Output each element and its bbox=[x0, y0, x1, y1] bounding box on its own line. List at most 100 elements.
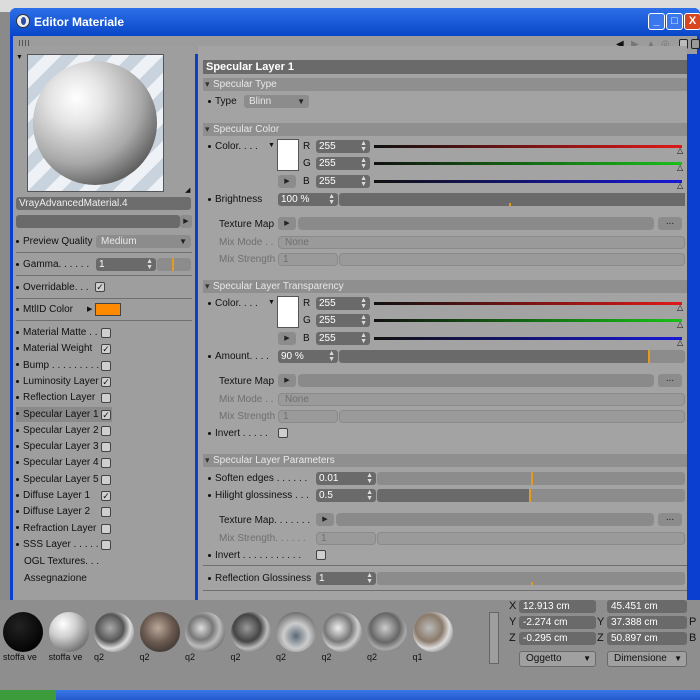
x-position-field[interactable]: 12.913 cm bbox=[519, 600, 596, 613]
trans-r-field[interactable]: 255 ▲ ▼ bbox=[316, 297, 370, 310]
x-size-field[interactable]: 45.451 cm bbox=[607, 600, 687, 613]
type-dropdown[interactable]: Blinn ▼ bbox=[244, 95, 309, 108]
z-size-field[interactable]: 50.897 cm bbox=[607, 632, 687, 645]
channel-checkbox[interactable] bbox=[101, 360, 111, 371]
hilight-glossiness-field[interactable]: 0.5 ▲ ▼ bbox=[316, 489, 376, 502]
material-thumbnail[interactable] bbox=[367, 612, 407, 652]
channel-checkbox[interactable] bbox=[101, 474, 111, 485]
channel-checkbox[interactable] bbox=[101, 425, 111, 436]
soften-edges-slider[interactable] bbox=[377, 472, 685, 485]
trans-mix-strength-field[interactable]: 1 bbox=[278, 410, 338, 423]
hilight-glossiness-slider[interactable] bbox=[377, 489, 685, 502]
params-mix-strength-field[interactable]: 1 bbox=[316, 532, 376, 545]
channel-row[interactable]: Luminosity Layer bbox=[16, 374, 99, 389]
materials-scrollbar[interactable] bbox=[489, 612, 499, 664]
trans-mix-mode-dropdown[interactable]: None bbox=[278, 393, 685, 406]
amount-slider[interactable] bbox=[339, 350, 685, 363]
preview-resize-icon[interactable]: ◢ bbox=[185, 186, 190, 194]
gamma-field[interactable]: 1 ▲ ▼ bbox=[96, 258, 156, 271]
channel-row[interactable]: Material Matte . . bbox=[16, 325, 97, 340]
trans-b-field[interactable]: 255 ▲ ▼ bbox=[316, 332, 370, 345]
channel-checkbox[interactable]: ✓ bbox=[101, 409, 111, 420]
trans-color-expand-button[interactable]: ▶ bbox=[278, 332, 296, 345]
channel-row[interactable]: SSS Layer . . . . . . bbox=[16, 537, 104, 552]
trans-g-slider[interactable] bbox=[374, 319, 682, 322]
b-field[interactable]: 255 ▲ ▼ bbox=[316, 175, 370, 188]
overridable-checkbox[interactable]: ✓ bbox=[95, 282, 105, 292]
amount-field[interactable]: 90 % ▲ ▼ bbox=[278, 350, 338, 363]
z-position-field[interactable]: -0.295 cm bbox=[519, 632, 596, 645]
preview-menu-icon[interactable]: ▼ bbox=[16, 54, 23, 61]
channel-row[interactable]: Specular Layer 1 bbox=[16, 406, 112, 422]
g-slider[interactable] bbox=[374, 162, 682, 165]
channel-row[interactable]: Refraction Layer bbox=[16, 521, 96, 536]
brightness-slider[interactable] bbox=[339, 193, 685, 206]
channel-row[interactable]: Specular Layer 5 bbox=[16, 472, 99, 487]
transparency-color-swatch[interactable] bbox=[277, 296, 299, 328]
soften-edges-field[interactable]: 0.01 ▲ ▼ bbox=[316, 472, 376, 485]
params-texture-map-field[interactable] bbox=[336, 513, 654, 526]
trans-mix-strength-slider[interactable] bbox=[339, 410, 685, 423]
trans-texture-map-arrow-button[interactable]: ▶ bbox=[278, 374, 296, 387]
material-name-field[interactable]: VrayAdvancedMaterial.4 bbox=[16, 197, 191, 210]
channel-row[interactable]: Specular Layer 4 bbox=[16, 455, 99, 470]
channel-row[interactable]: Diffuse Layer 2 bbox=[16, 504, 90, 519]
b-slider-handle[interactable]: △ bbox=[677, 182, 683, 190]
channel-checkbox[interactable]: ✓ bbox=[101, 376, 111, 387]
y-size-field[interactable]: 37.388 cm bbox=[607, 616, 687, 629]
g-slider-handle[interactable]: △ bbox=[677, 164, 683, 172]
dimensione-dropdown[interactable]: Dimensione ▼ bbox=[607, 651, 687, 667]
trans-texture-map-browse-button[interactable]: ... bbox=[658, 374, 682, 387]
channel-checkbox[interactable] bbox=[101, 328, 111, 338]
preview-quality-dropdown[interactable]: Medium ▼ bbox=[96, 235, 191, 248]
start-button[interactable] bbox=[0, 690, 56, 700]
params-texture-map-browse-button[interactable]: ... bbox=[658, 513, 682, 526]
trans-b-slider-handle[interactable]: △ bbox=[677, 339, 683, 347]
specular-type-section[interactable]: Specular Type bbox=[203, 78, 687, 91]
invert-checkbox[interactable] bbox=[278, 428, 288, 438]
channel-checkbox[interactable] bbox=[101, 507, 111, 518]
channel-checkbox[interactable] bbox=[101, 539, 111, 550]
close-button[interactable]: X bbox=[684, 13, 700, 30]
brightness-field[interactable]: 100 % ▲ ▼ bbox=[278, 193, 338, 206]
specular-color-section[interactable]: Specular Color bbox=[203, 123, 687, 136]
trans-color-menu-icon[interactable]: ▼ bbox=[268, 299, 275, 306]
color-expand-button[interactable]: ▶ bbox=[278, 175, 296, 188]
material-thumbnail[interactable] bbox=[3, 612, 43, 652]
oggetto-dropdown[interactable]: Oggetto ▼ bbox=[519, 651, 596, 667]
r-slider-handle[interactable]: △ bbox=[677, 147, 683, 155]
trans-texture-map-field[interactable] bbox=[298, 374, 654, 387]
params-texture-map-arrow-button[interactable]: ▶ bbox=[316, 513, 334, 526]
assegnazione-label[interactable]: Assegnazione bbox=[24, 571, 87, 586]
b-slider[interactable] bbox=[374, 180, 682, 183]
mix-strength-slider[interactable] bbox=[339, 253, 685, 266]
reflection-glossiness-slider[interactable] bbox=[377, 572, 685, 585]
material-thumbnail[interactable] bbox=[185, 612, 225, 652]
trans-g-field[interactable]: 255 ▲ ▼ bbox=[316, 314, 370, 327]
trans-r-slider-handle[interactable]: △ bbox=[677, 304, 683, 312]
title-bar[interactable]: Editor Materiale _ □ X bbox=[10, 8, 700, 36]
mix-strength-field[interactable]: 1 bbox=[278, 253, 338, 266]
params-invert-checkbox[interactable] bbox=[316, 550, 326, 560]
trans-b-slider[interactable] bbox=[374, 337, 682, 340]
maximize-button[interactable]: □ bbox=[666, 13, 683, 30]
material-thumbnail[interactable] bbox=[276, 612, 316, 652]
channel-row[interactable]: Specular Layer 3 bbox=[16, 439, 99, 454]
trans-g-slider-handle[interactable]: △ bbox=[677, 321, 683, 329]
channel-checkbox[interactable]: ✓ bbox=[101, 491, 111, 501]
material-thumbnail[interactable] bbox=[48, 612, 89, 652]
channel-row[interactable]: Diffuse Layer 1 bbox=[16, 488, 90, 503]
specular-parameters-section[interactable]: Specular Layer Parameters bbox=[203, 454, 687, 467]
r-field[interactable]: 255 ▲ ▼ bbox=[316, 140, 370, 153]
ogl-textures-label[interactable]: OGL Textures. . . bbox=[24, 554, 99, 569]
channel-row[interactable]: Bump . . . . . . . . . bbox=[16, 358, 99, 373]
mtlid-expand-icon[interactable]: ▶ bbox=[87, 305, 92, 313]
channel-checkbox[interactable] bbox=[101, 458, 111, 469]
channel-checkbox[interactable]: ✓ bbox=[101, 344, 111, 355]
channel-checkbox[interactable] bbox=[101, 442, 111, 453]
material-thumbnail[interactable] bbox=[230, 612, 271, 652]
channel-row[interactable]: Specular Layer 2 bbox=[16, 423, 99, 438]
channel-checkbox[interactable] bbox=[101, 523, 111, 534]
trans-r-slider[interactable] bbox=[374, 302, 682, 305]
r-slider[interactable] bbox=[374, 145, 682, 148]
